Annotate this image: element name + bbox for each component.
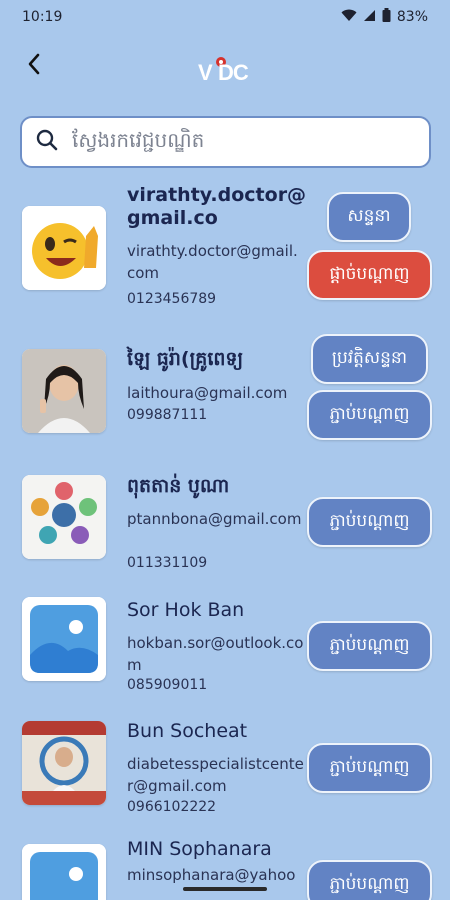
doctor-name: ពុតតាន់ បូណា	[127, 475, 230, 497]
avatar	[22, 597, 106, 681]
connect-button[interactable]: ភ្ជាប់បណ្ដាញ	[307, 860, 432, 900]
disconnect-button[interactable]: ផ្ដាច់បណ្ដាញ	[307, 250, 432, 300]
wifi-icon	[341, 9, 357, 26]
status-icons: 83%	[341, 8, 428, 26]
doctor-email: diabetesspecialistcenter@gmail.com	[127, 755, 304, 795]
battery-icon	[382, 8, 391, 26]
doctor-name: Bun Socheat	[127, 720, 248, 742]
search-placeholder: ស្វែងរកវេជ្ជបណ្ឌិត	[72, 128, 205, 152]
connect-button[interactable]: ភ្ជាប់បណ្ដាញ	[307, 621, 432, 671]
avatar	[22, 206, 106, 290]
doctor-name: MIN Sophanara	[127, 838, 272, 860]
vdc-logo: V DC	[196, 52, 256, 86]
doctor-phone: 0123456789	[127, 291, 217, 307]
doctor-name: ឡៃ ធូរ៉ា(គ្រូពេទ្យ	[127, 348, 244, 370]
doctor-phone: 099887111	[127, 407, 208, 423]
doctor-email: hokban.sor@outlook.com	[127, 634, 304, 674]
chat-button[interactable]: សន្ទនា	[327, 192, 411, 242]
connect-button[interactable]: ភ្ជាប់បណ្ដាញ	[307, 743, 432, 793]
doctor-phone: 011331109	[127, 555, 208, 571]
doctor-phone: 085909011	[127, 677, 208, 693]
home-indicator[interactable]	[183, 887, 267, 891]
doctor-name: virathty.doctor@gmail.co	[127, 184, 307, 229]
chat-history-button[interactable]: ប្រវត្តិសន្ទនា	[311, 334, 428, 384]
avatar	[22, 844, 106, 900]
svg-text:DC: DC	[218, 60, 249, 85]
doctor-name: Sor Hok Ban	[127, 599, 245, 621]
signal-icon	[363, 9, 376, 26]
doctor-email: minsophanara@yahoo	[127, 866, 296, 884]
svg-text:V: V	[198, 60, 213, 85]
avatar	[22, 475, 106, 559]
status-bar: 10:19 83%	[0, 0, 450, 34]
avatar	[22, 721, 106, 805]
doctor-phone: 0966102222	[127, 799, 217, 815]
doctor-email: laithoura@gmail.com	[127, 384, 288, 402]
back-button[interactable]	[18, 50, 50, 82]
search-input[interactable]: ស្វែងរកវេជ្ជបណ្ឌិត	[20, 116, 431, 168]
app-bar: V DC	[0, 40, 450, 96]
chevron-left-icon	[27, 53, 41, 79]
avatar	[22, 349, 106, 433]
connect-button[interactable]: ភ្ជាប់បណ្ដាញ	[307, 497, 432, 547]
doctor-email: virathty.doctor@gmail.com	[127, 242, 298, 282]
doctor-email: ptannbona@gmail.com	[127, 510, 302, 528]
connect-button[interactable]: ភ្ជាប់បណ្ដាញ	[307, 390, 432, 440]
search-icon	[36, 129, 58, 155]
battery-percent: 83%	[396, 9, 428, 25]
status-time: 10:19	[22, 9, 63, 25]
